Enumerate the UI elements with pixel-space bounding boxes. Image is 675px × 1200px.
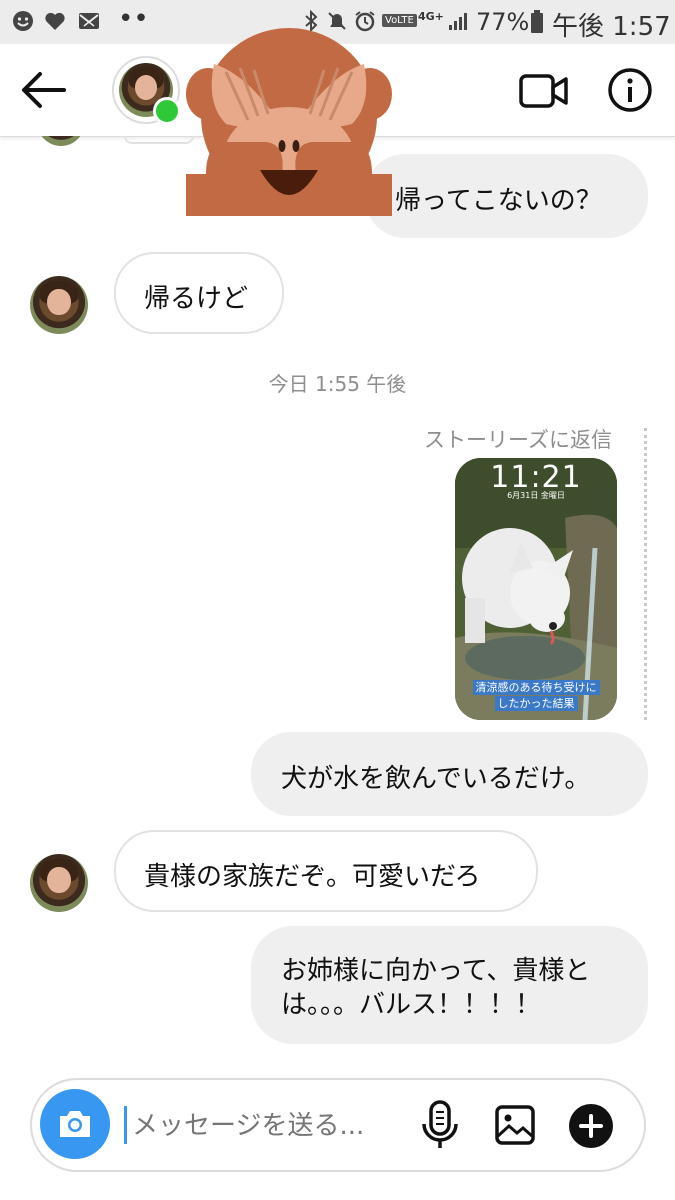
message-bubble-outgoing[interactable]: 犬が水を飲んでいるだけ。: [251, 732, 648, 816]
scrolled-avatar: [36, 136, 86, 146]
story-caption-line: 清涼感のある待ち受けに: [472, 680, 600, 695]
message-bubble-outgoing[interactable]: 帰ってこないの？: [365, 154, 648, 238]
message-text: 犬が水を飲んでいるだけ。: [281, 764, 591, 794]
plus-circle-icon: [569, 1104, 613, 1148]
message-line: は。。。バルス！！！！: [281, 990, 542, 1020]
see-no-evil-monkey-sticker: [186, 24, 392, 216]
message-bubble-incoming[interactable]: 貴様の家族だぞ。可愛いだろ: [114, 830, 538, 912]
info-button[interactable]: [606, 66, 654, 114]
video-call-button[interactable]: [518, 70, 570, 112]
video-camera-icon: [519, 74, 568, 108]
story-date: 6月31日 金曜日: [507, 491, 565, 500]
image-icon: [495, 1105, 535, 1145]
online-indicator: [153, 97, 181, 125]
story-caption: 清涼感のある待ち受けに したかった結果: [465, 680, 607, 712]
signal-icon: [448, 10, 470, 32]
message-text: 貴様の家族だぞ。可愛いだろ: [144, 862, 481, 892]
story-reply-label: ストーリーズに返信: [424, 428, 612, 452]
see-no-evil-monkey-icon: [186, 28, 392, 216]
message-bubble-outgoing[interactable]: お姉様に向かって、貴様と は。。。バルス！！！！: [251, 926, 648, 1044]
message-input[interactable]: [130, 1100, 404, 1152]
timestamp: 今日 1:55 午後: [268, 372, 407, 396]
battery-percent: 77%: [476, 8, 530, 36]
message-line: お姉様に向かって、貴様と: [281, 956, 591, 986]
message-bubble-incoming[interactable]: 帰るけど: [114, 252, 284, 334]
message-text: 帰るけど: [144, 284, 249, 314]
info-icon: [608, 68, 652, 112]
app-notification-icon: [12, 10, 34, 32]
battery-icon: [530, 10, 544, 33]
scrolled-bubble: [124, 136, 194, 144]
sender-avatar[interactable]: [30, 276, 88, 334]
network-type: 4G+: [418, 10, 444, 23]
message-text: 帰ってこないの？: [395, 186, 602, 216]
clock: 午後 1:57: [552, 12, 671, 42]
gallery-button[interactable]: [494, 1104, 536, 1146]
camera-button[interactable]: [40, 1089, 110, 1159]
story-thumbnail[interactable]: 11:21 6月31日 金曜日 清涼感のある待ち受けに したかった結果: [455, 458, 617, 720]
more-notifications-dots: ••: [118, 4, 149, 34]
story-reply-line: [644, 428, 647, 720]
camera-icon: [60, 1111, 90, 1137]
sender-avatar[interactable]: [30, 854, 88, 912]
mail-icon: [78, 10, 100, 32]
message-text: お姉様に向かって、貴様と は。。。バルス！！！！: [281, 954, 590, 1022]
heart-icon: [44, 10, 66, 32]
arrow-left-icon: [22, 72, 66, 108]
text-cursor: [124, 1106, 127, 1144]
add-button[interactable]: [568, 1103, 614, 1149]
microphone-icon: [422, 1100, 458, 1148]
back-button[interactable]: [18, 66, 70, 114]
story-caption-line: したかった結果: [494, 696, 578, 711]
voice-message-button[interactable]: [420, 1100, 460, 1152]
